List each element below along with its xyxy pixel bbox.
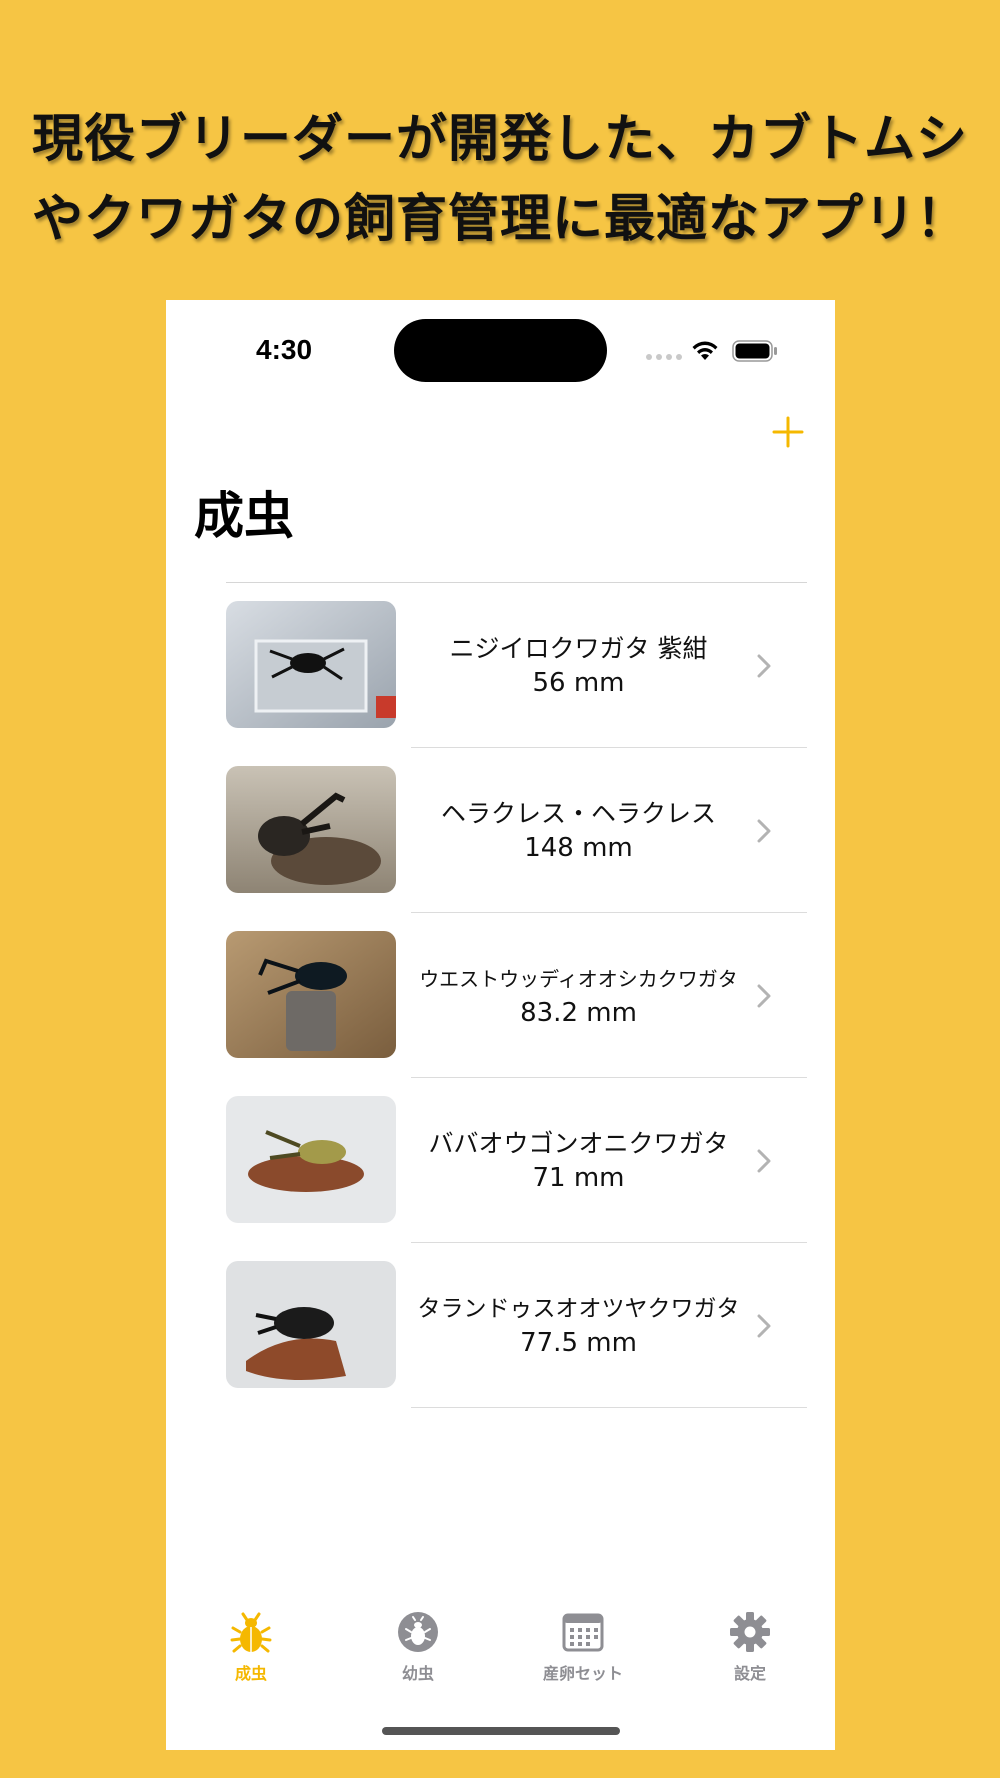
tab-adults[interactable]: 成虫 [191,1610,311,1684]
cellular-signal-icon [646,354,682,360]
list-item[interactable]: ウエストウッディオオシカクワガタ 83.2 mm [226,913,807,1078]
beetle-photo [226,766,396,893]
battery-icon [732,340,777,362]
tab-label: 産卵セット [542,1664,623,1683]
list-item-text: ババオウゴンオニクワガタ 71 mm [411,1078,746,1243]
beetle-name: ニジイロクワガタ 紫紺 [449,633,708,663]
tab-breeding-set[interactable]: 産卵セット [523,1610,643,1684]
calendar-icon [562,1613,604,1652]
chevron-right-icon [757,819,771,843]
add-icon[interactable] [766,410,810,454]
larva-icon [398,1612,438,1652]
tab-label: 設定 [733,1664,766,1683]
beetle-photo [226,1096,396,1223]
phone-screen: 4:30 成虫 ニジイロクワガタ 紫紺 56 mm ヘラクレス・ヘラクレス 14… [166,300,835,1750]
chevron-right-icon [757,1314,771,1338]
list-item-text: ヘラクレス・ヘラクレス 148 mm [411,748,746,913]
list-item[interactable]: ヘラクレス・ヘラクレス 148 mm [226,748,807,913]
list-item-text: タランドゥスオオツヤクワガタ 77.5 mm [411,1243,746,1408]
beetle-photo [226,931,396,1058]
beetle-size: 77.5 mm [520,1327,637,1358]
promo-headline-line1: 現役ブリーダーが開発した、カブトムシ [31,110,968,169]
beetle-name: タランドゥスオオツヤクワガタ [417,1295,740,1322]
promo-headline: 現役ブリーダーが開発した、カブトムシ やクワガタの飼育管理に最適なアプリ！ [0,100,1000,260]
beetle-photo [226,1261,396,1388]
beetle-name: ヘラクレス・ヘラクレス [440,798,716,828]
list-item[interactable]: ニジイロクワガタ 紫紺 56 mm [226,583,807,748]
promo-headline-line2: やクワガタの飼育管理に最適なアプリ！ [31,190,968,249]
home-indicator [382,1727,620,1735]
dynamic-island [394,319,607,382]
page-title: 成虫 [194,487,294,545]
status-time: 4:30 [256,334,313,365]
beetle-icon [230,1612,272,1653]
tab-settings[interactable]: 設定 [690,1610,810,1684]
beetle-size: 148 mm [524,832,633,863]
tab-bar: 成虫 幼虫 産卵セット 設定 [166,1610,835,1710]
tab-label: 幼虫 [401,1664,434,1683]
chevron-right-icon [757,1149,771,1173]
list-item[interactable]: タランドゥスオオツヤクワガタ 77.5 mm [226,1243,807,1408]
gear-icon [730,1612,770,1652]
tab-label: 成虫 [234,1664,267,1683]
beetle-size: 71 mm [532,1162,625,1193]
chevron-right-icon [757,654,771,678]
beetle-name: ウエストウッディオオシカクワガタ [419,966,738,991]
beetle-size: 83.2 mm [520,997,637,1028]
tab-larvae[interactable]: 幼虫 [358,1610,478,1684]
list-item-text: ニジイロクワガタ 紫紺 56 mm [411,583,746,748]
beetle-name: ババオウゴンオニクワガタ [428,1128,729,1158]
list-item[interactable]: ババオウゴンオニクワガタ 71 mm [226,1078,807,1243]
list-item-text: ウエストウッディオオシカクワガタ 83.2 mm [411,913,746,1078]
beetle-size: 56 mm [532,667,625,698]
row-divider [411,1407,807,1408]
beetle-photo [226,601,396,728]
wifi-icon [692,341,718,360]
chevron-right-icon [757,984,771,1008]
adult-list: ニジイロクワガタ 紫紺 56 mm ヘラクレス・ヘラクレス 148 mm ウエス… [226,583,807,1408]
